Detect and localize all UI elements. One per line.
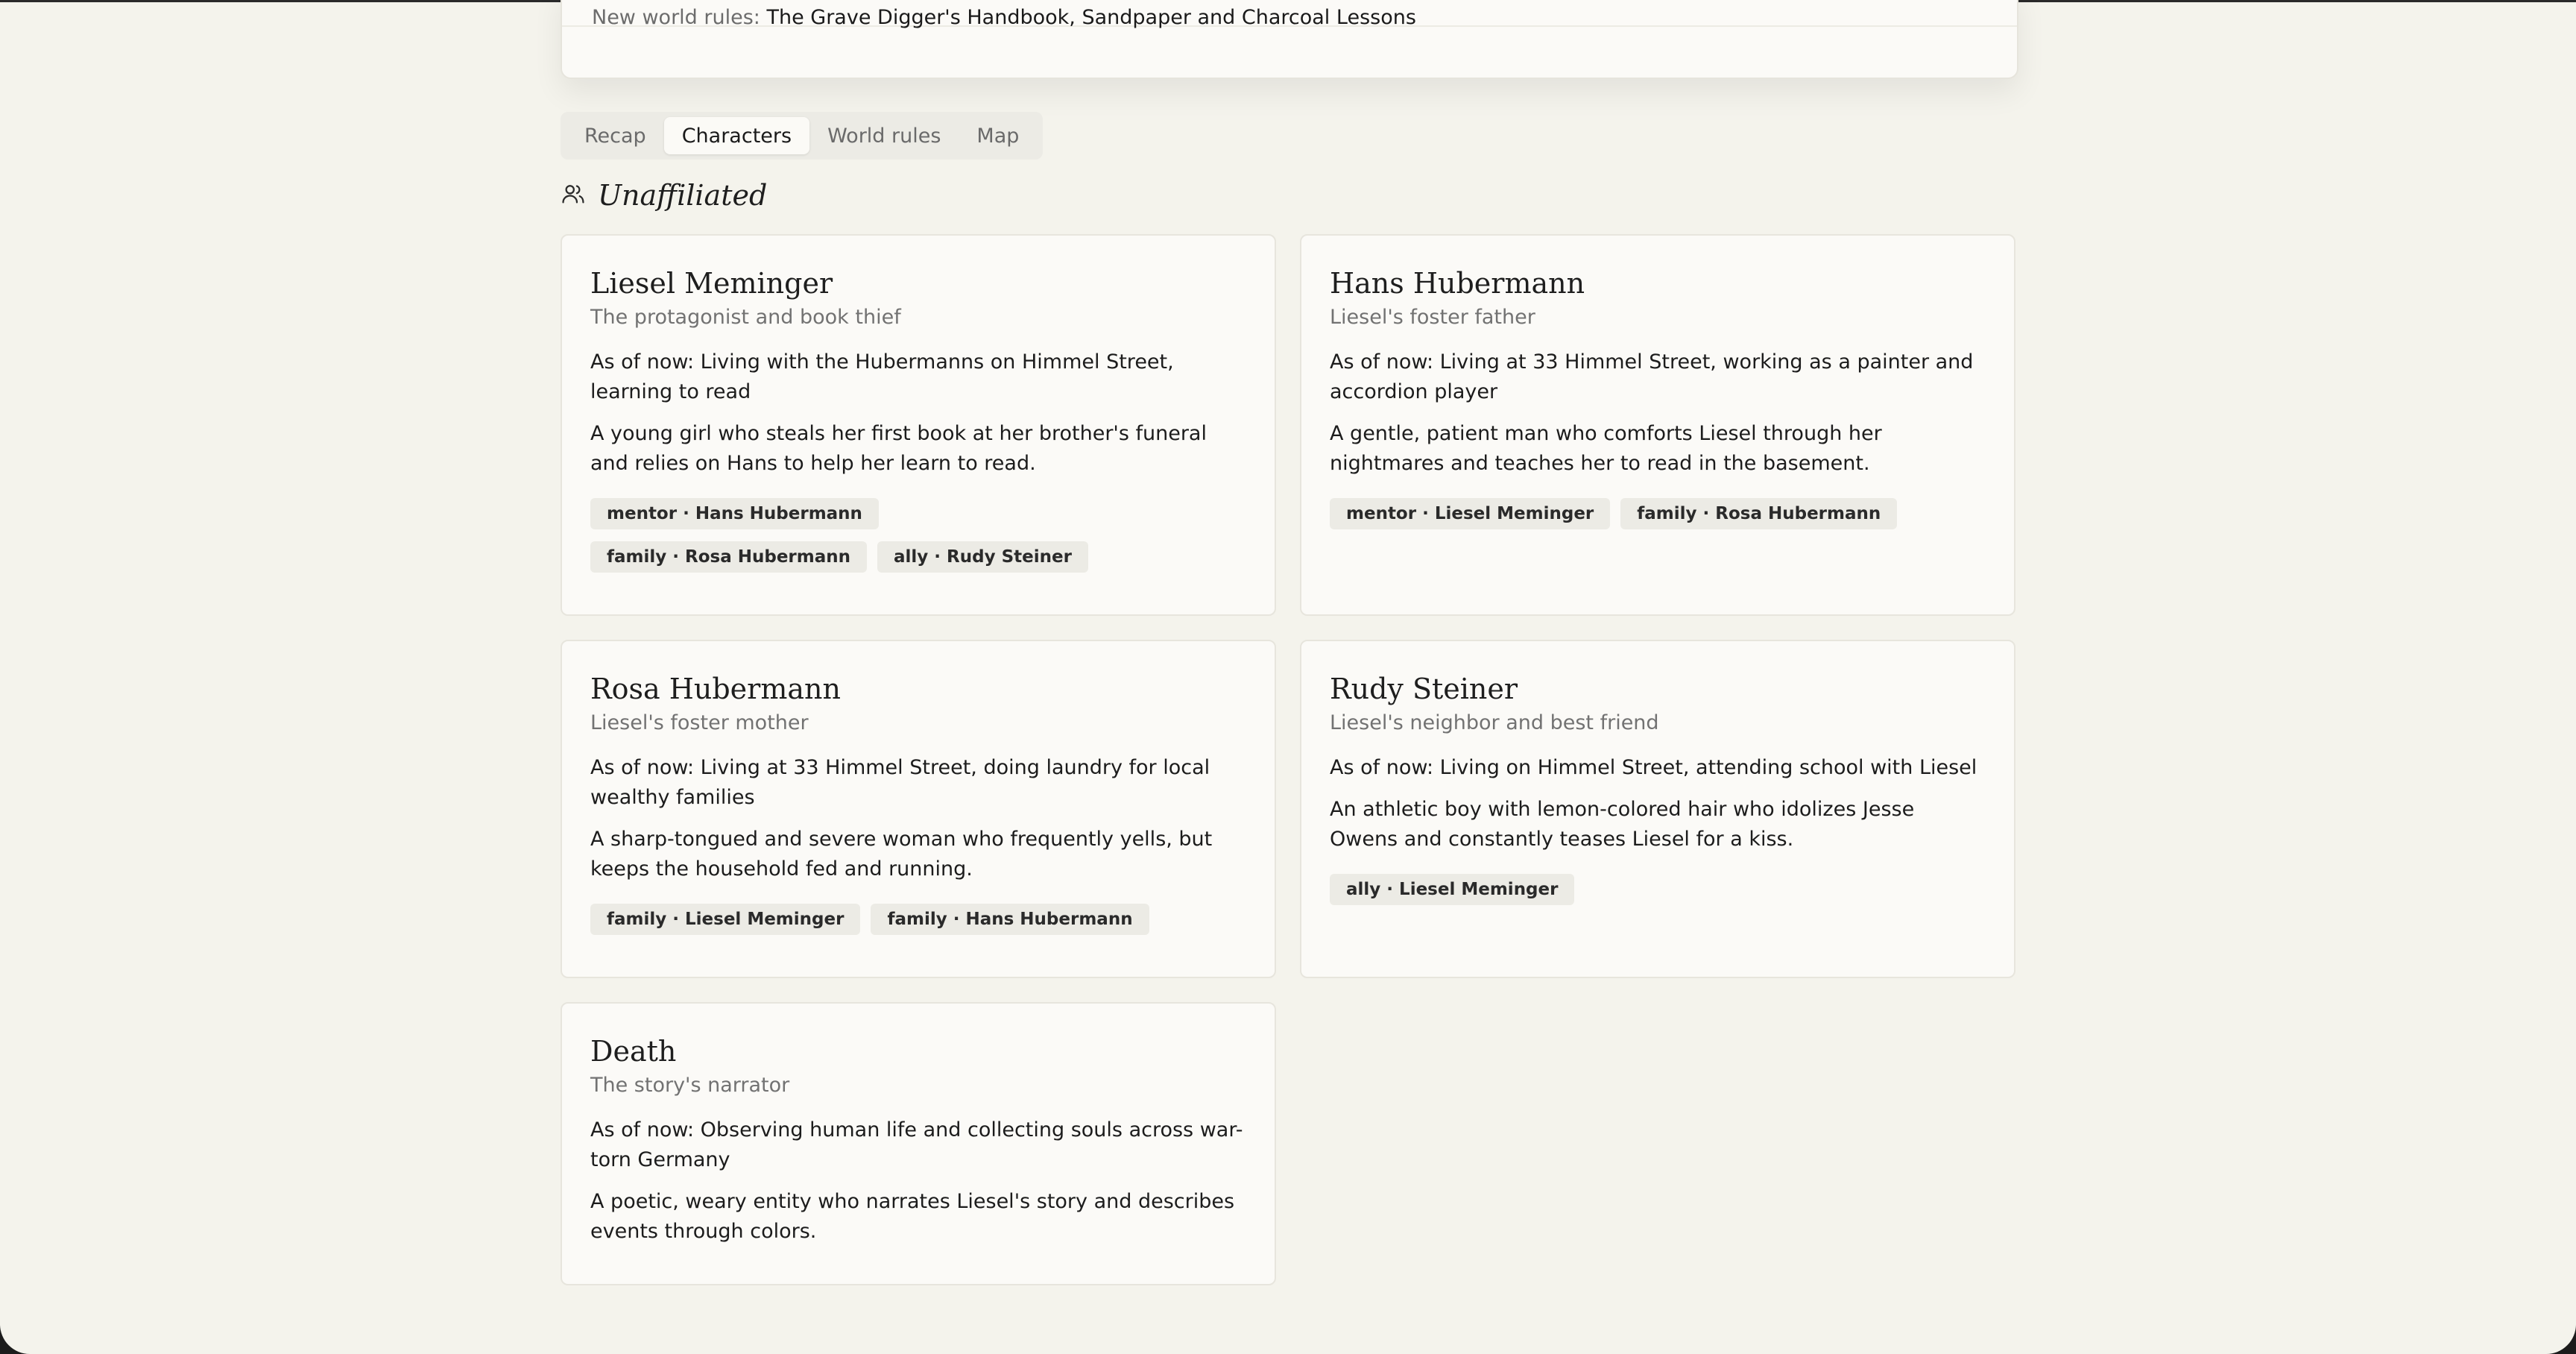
app-window: New world rules: The Grave Digger's Hand…	[0, 0, 2576, 1354]
tab-world-rules[interactable]: World rules	[809, 117, 959, 154]
character-name: Rosa Hubermann	[590, 673, 841, 705]
character-name: Liesel Meminger	[590, 267, 833, 300]
relation-tag[interactable]: family · Rosa Hubermann	[1620, 498, 1898, 529]
tab-map[interactable]: Map	[959, 117, 1037, 154]
group-header: Unaffiliated	[561, 174, 767, 216]
relation-tag[interactable]: mentor · Liesel Meminger	[1330, 498, 1611, 529]
character-card-hans-hubermann[interactable]: Hans Hubermann Liesel's foster father As…	[1300, 234, 2015, 616]
relation-tag[interactable]: ally · Liesel Meminger	[1330, 874, 1575, 905]
character-status: As of now: Living at 33 Himmel Street, d…	[590, 756, 1210, 809]
character-description: A poetic, weary entity who narrates Lies…	[590, 1190, 1235, 1243]
character-card-liesel-meminger[interactable]: Liesel Meminger The protagonist and book…	[561, 234, 1276, 616]
character-name: Hans Hubermann	[1330, 267, 1585, 300]
relation-tag[interactable]: ally · Rudy Steiner	[877, 541, 1088, 573]
world-rules-label: New world rules:	[592, 6, 760, 29]
character-card-rudy-steiner[interactable]: Rudy Steiner Liesel's neighbor and best …	[1300, 640, 2015, 978]
tab-recap[interactable]: Recap	[566, 117, 664, 154]
character-description: A young girl who steals her first book a…	[590, 422, 1207, 475]
relation-tag[interactable]: family · Rosa Hubermann	[590, 541, 867, 573]
character-status: As of now: Living on Himmel Street, atte…	[1330, 756, 1977, 779]
relation-tags: mentor · Hans Hubermann family · Rosa Hu…	[590, 498, 1127, 573]
view-tabs: Recap Characters World rules Map	[561, 112, 1044, 160]
character-description: A sharp-tongued and severe woman who fre…	[590, 828, 1213, 881]
character-card-rosa-hubermann[interactable]: Rosa Hubermann Liesel's foster mother As…	[561, 640, 1276, 978]
character-role: Liesel's foster father	[1330, 306, 1535, 329]
character-description: A gentle, patient man who comforts Liese…	[1330, 422, 1882, 475]
character-status: As of now: Living with the Hubermanns on…	[590, 350, 1174, 403]
character-status: As of now: Living at 33 Himmel Street, w…	[1330, 350, 1974, 403]
character-role: The story's narrator	[590, 1074, 790, 1097]
character-status: As of now: Observing human life and coll…	[590, 1118, 1243, 1171]
character-name: Rudy Steiner	[1330, 673, 1518, 705]
character-name: Death	[590, 1035, 677, 1068]
summary-card: New world rules: The Grave Digger's Hand…	[561, 0, 2018, 79]
character-role: Liesel's neighbor and best friend	[1330, 711, 1659, 734]
relation-tag[interactable]: family · Liesel Meminger	[590, 904, 861, 935]
character-role: Liesel's foster mother	[590, 711, 809, 734]
users-icon	[561, 181, 586, 210]
tab-characters[interactable]: Characters	[663, 117, 810, 154]
relation-tag[interactable]: mentor · Hans Hubermann	[590, 498, 879, 529]
character-description: An athletic boy with lemon-colored hair …	[1330, 798, 1915, 851]
relation-tags: mentor · Liesel Meminger family · Rosa H…	[1330, 498, 1986, 529]
character-card-death[interactable]: Death The story's narrator As of now: Ob…	[561, 1002, 1276, 1285]
character-role: The protagonist and book thief	[590, 306, 901, 329]
world-rules-line: New world rules: The Grave Digger's Hand…	[592, 4, 1416, 31]
group-title: Unaffiliated	[598, 179, 768, 212]
world-rules-value: The Grave Digger's Handbook, Sandpaper a…	[766, 6, 1416, 29]
relation-tag[interactable]: family · Hans Hubermann	[871, 904, 1149, 935]
relation-tags: family · Liesel Meminger family · Hans H…	[590, 904, 1246, 935]
relation-tags: ally · Liesel Meminger	[1330, 874, 1986, 905]
